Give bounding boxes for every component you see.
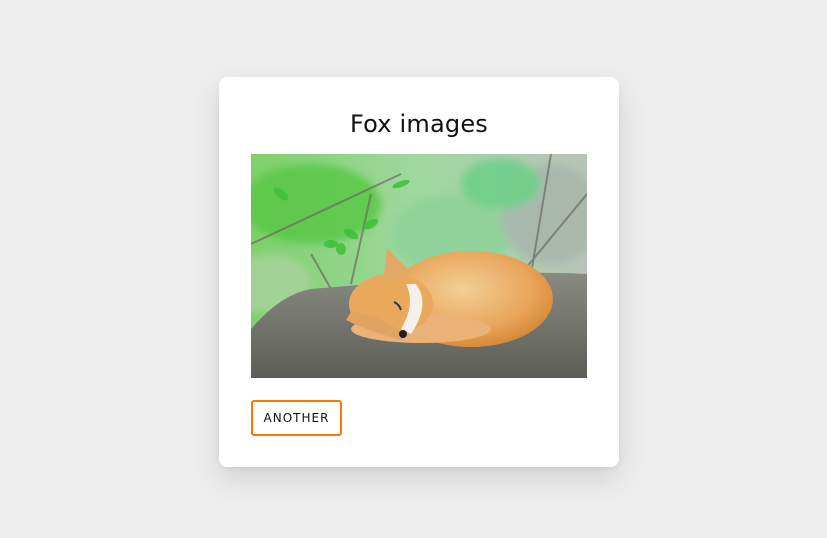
fox-card: Fox images ANOTHER (219, 77, 619, 467)
fox-image (251, 154, 587, 378)
page-title: Fox images (350, 110, 488, 138)
another-button[interactable]: ANOTHER (251, 400, 342, 436)
